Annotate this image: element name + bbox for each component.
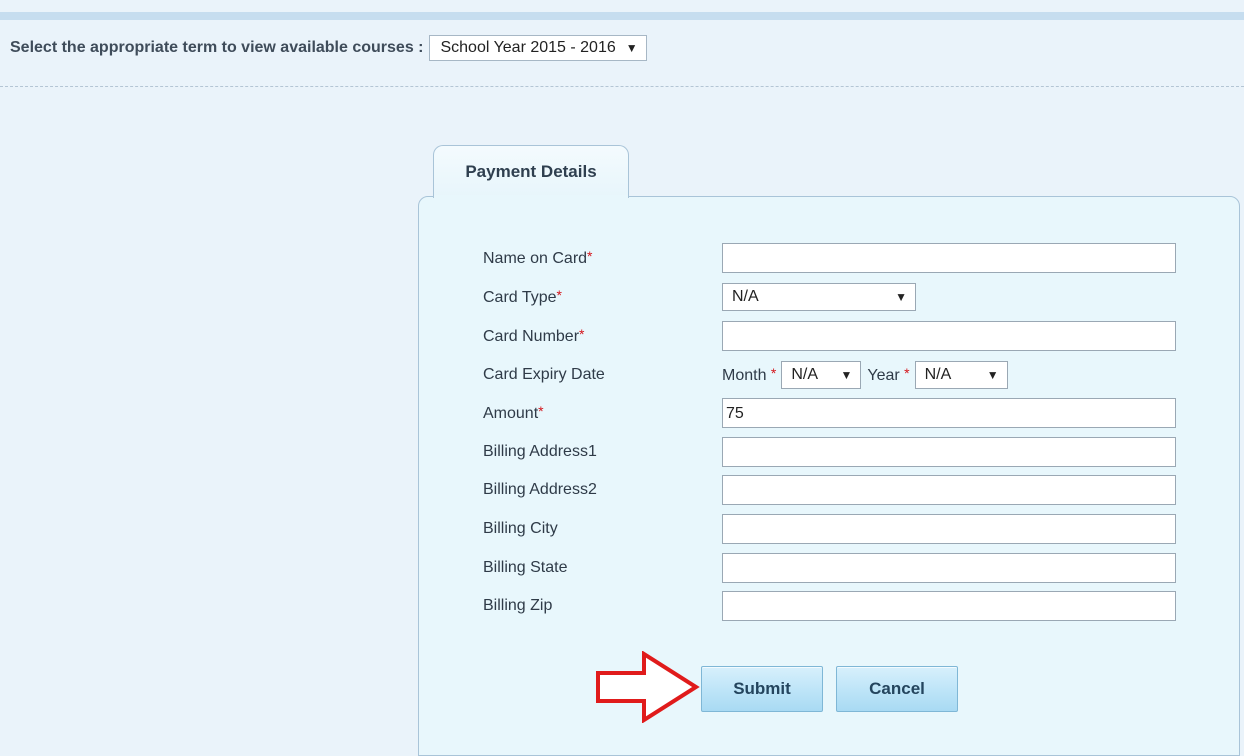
top-bar (0, 12, 1244, 20)
required-marker: * (556, 287, 562, 303)
required-marker: * (770, 365, 777, 381)
billing-state-row: Billing State (483, 553, 1183, 583)
name-on-card-row: Name on Card* (483, 243, 1183, 273)
term-selector-row: Select the appropriate term to view avai… (10, 33, 647, 63)
required-marker: * (587, 248, 593, 264)
billing-address1-input[interactable] (722, 437, 1176, 467)
term-select-value: School Year 2015 - 2016 (440, 39, 616, 56)
amount-row: Amount* (483, 398, 1183, 428)
amount-input[interactable] (722, 398, 1176, 428)
billing-zip-input[interactable] (722, 591, 1176, 621)
name-on-card-input[interactable] (722, 243, 1176, 273)
card-number-row: Card Number* (483, 321, 1183, 351)
dropdown-arrow-icon: ▼ (625, 41, 638, 55)
amount-label: Amount* (483, 403, 544, 422)
card-number-input[interactable] (722, 321, 1176, 351)
billing-state-label: Billing State (483, 559, 568, 576)
expiry-year-label: Year * (867, 365, 910, 384)
billing-address2-input[interactable] (722, 475, 1176, 505)
billing-address2-label: Billing Address2 (483, 481, 597, 498)
required-marker: * (579, 326, 585, 342)
card-type-select[interactable]: N/A ▼ (722, 283, 916, 311)
card-type-row: Card Type* N/A ▼ (483, 282, 1183, 312)
card-type-label: Card Type* (483, 287, 562, 306)
expiry-year-select[interactable]: N/A ▼ (914, 361, 1008, 389)
billing-city-label: Billing City (483, 520, 558, 537)
card-expiry-label: Card Expiry Date (483, 366, 605, 383)
billing-city-input[interactable] (722, 514, 1176, 544)
required-marker: * (904, 365, 910, 381)
card-type-select-value: N/A (732, 288, 759, 305)
billing-address1-label: Billing Address1 (483, 443, 597, 460)
expiry-month-select[interactable]: N/A ▼ (781, 361, 862, 389)
submit-button[interactable]: Submit (701, 666, 823, 712)
billing-address2-row: Billing Address2 (483, 475, 1183, 505)
billing-city-row: Billing City (483, 514, 1183, 544)
tab-payment-details-label: Payment Details (465, 162, 597, 181)
required-marker: * (538, 403, 544, 419)
term-label: Select the appropriate term to view avai… (10, 39, 424, 56)
dropdown-arrow-icon: ▼ (840, 368, 853, 382)
dropdown-arrow-icon: ▼ (986, 368, 999, 382)
billing-zip-label: Billing Zip (483, 597, 553, 614)
red-outline-arrow-icon (596, 651, 700, 723)
expiry-year-value: N/A (924, 366, 952, 383)
tab-payment-details[interactable]: Payment Details (433, 145, 629, 198)
expiry-month-value: N/A (791, 366, 819, 383)
term-select[interactable]: School Year 2015 - 2016 ▼ (429, 35, 647, 61)
expiry-month-label: Month * (722, 365, 777, 384)
name-on-card-label: Name on Card* (483, 248, 593, 267)
dropdown-arrow-icon: ▼ (895, 290, 907, 304)
billing-state-input[interactable] (722, 553, 1176, 583)
dashed-divider (0, 86, 1244, 87)
card-expiry-row: Card Expiry Date Month * N/A ▼ Year * N/… (483, 360, 1183, 390)
cancel-button[interactable]: Cancel (836, 666, 958, 712)
tab-join (434, 195, 628, 198)
billing-zip-row: Billing Zip (483, 591, 1183, 621)
card-number-label: Card Number* (483, 326, 585, 345)
billing-address1-row: Billing Address1 (483, 437, 1183, 467)
